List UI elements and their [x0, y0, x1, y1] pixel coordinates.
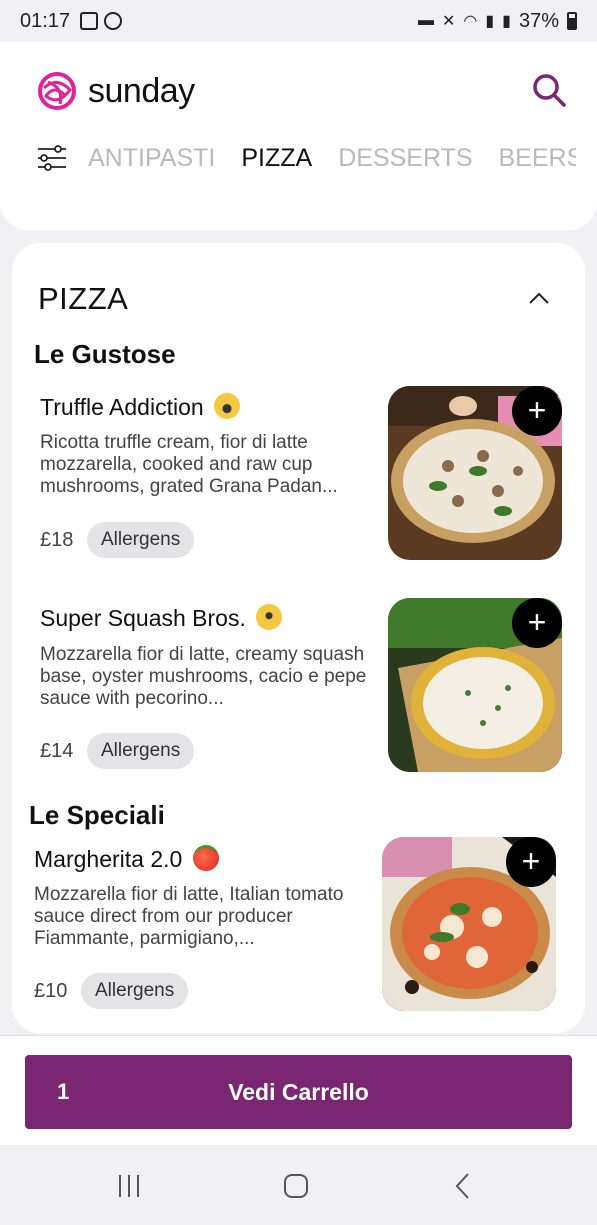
home-icon[interactable]: [281, 1171, 311, 1201]
menu-item-price: £10: [34, 980, 68, 1002]
menu-item-name[interactable]: Truffle Addiction: [40, 393, 241, 421]
battery-percent: 37%: [518, 9, 559, 32]
tab-beers[interactable]: BEERS: [499, 138, 577, 178]
tab-antipasti[interactable]: ANTIPASTI: [88, 138, 215, 178]
section-title: PIZZA: [38, 281, 129, 316]
status-bar: 01:17 ▬ ✕ ◠ ▮ ▮ 37%: [0, 0, 597, 42]
system-nav-bar: [0, 1145, 597, 1225]
sleep-icon: ▬: [417, 12, 434, 29]
chevron-up-icon[interactable]: [527, 287, 551, 311]
menu-section-card: PIZZA Le Gustose Truffle Addiction Ricot…: [12, 243, 585, 1033]
disguised-face-emoji-icon: [256, 604, 283, 630]
group-title: Le Gustose: [34, 339, 176, 369]
whatsapp-icon: [104, 12, 123, 30]
allergens-button[interactable]: Allergens: [87, 522, 195, 558]
group-title: Le Speciali: [29, 800, 165, 830]
item-name-text: Super Squash Bros.: [40, 605, 246, 631]
menu-item-image[interactable]: +: [388, 386, 562, 560]
tab-pizza[interactable]: PIZZA: [241, 138, 312, 178]
mute-icon: ✕: [441, 13, 456, 30]
menu-item-image[interactable]: +: [382, 837, 556, 1011]
battery-icon: [567, 12, 577, 30]
tab-desserts[interactable]: DESSERTS: [338, 138, 472, 178]
back-icon[interactable]: [449, 1171, 479, 1201]
add-to-cart-button[interactable]: +: [506, 837, 556, 887]
menu-item-description: Ricotta truffle cream, fior di latte moz…: [40, 432, 338, 497]
status-right: ▬ ✕ ◠ ▮ ▮ 37%: [418, 10, 577, 33]
menu-item-description: Mozzarella fior di latte, creamy squash …: [40, 644, 367, 709]
view-cart-button[interactable]: 1 Vedi Carrello: [25, 1055, 572, 1129]
recent-apps-icon[interactable]: [114, 1171, 144, 1201]
signal-icon: ▮: [485, 13, 495, 30]
screaming-face-emoji-icon: [214, 393, 241, 419]
menu-item-price: £14: [40, 740, 74, 762]
wifi-icon: ◠: [463, 13, 478, 30]
menu-item-image[interactable]: +: [388, 598, 562, 772]
cart-label: Vedi Carrello: [228, 1079, 369, 1105]
tomato-emoji-icon: [192, 845, 219, 871]
app-header: sunday ANTIPASTI PIZZA DESSERTS BEERS: [0, 42, 597, 230]
menu-item-name[interactable]: Super Squash Bros.: [40, 604, 283, 632]
item-name-text: Margherita 2.0: [34, 846, 183, 872]
filter-icon[interactable]: [36, 142, 68, 174]
search-icon[interactable]: [529, 70, 569, 110]
item-name-text: Truffle Addiction: [40, 394, 204, 420]
lte-signal-icon: ▮: [502, 13, 511, 30]
menu-item-name[interactable]: Margherita 2.0: [34, 845, 219, 873]
menu-item-price: £18: [40, 529, 74, 551]
add-to-cart-button[interactable]: +: [512, 598, 562, 648]
brand-name: sunday: [88, 71, 195, 110]
add-to-cart-button[interactable]: +: [512, 386, 562, 436]
allergens-button[interactable]: Allergens: [81, 973, 189, 1009]
menu-item-description: Mozzarella fior di latte, Italian tomato…: [34, 884, 344, 949]
gallery-icon: [80, 12, 99, 30]
cart-bar: 1 Vedi Carrello: [0, 1035, 597, 1145]
status-time: 01:17: [20, 9, 71, 32]
sunday-logo-icon: [38, 72, 76, 110]
allergens-button[interactable]: Allergens: [87, 733, 195, 769]
category-tabs: ANTIPASTI PIZZA DESSERTS BEERS: [36, 138, 576, 178]
brand-logo: sunday: [36, 70, 195, 112]
